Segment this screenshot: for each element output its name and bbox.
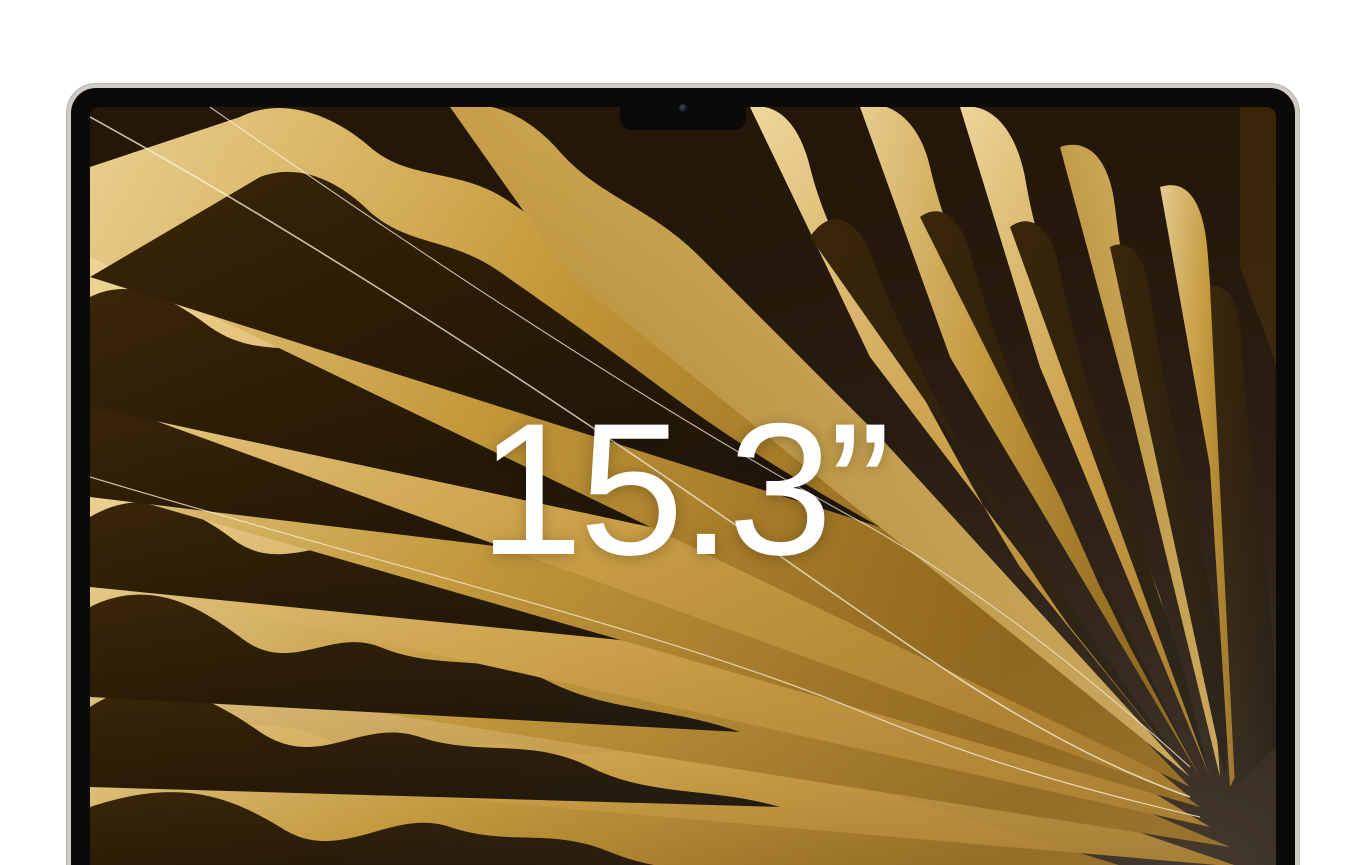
camera-icon [679,104,687,112]
display-size-label: 15.3” [478,384,892,594]
page: 15.3” [0,0,1366,865]
